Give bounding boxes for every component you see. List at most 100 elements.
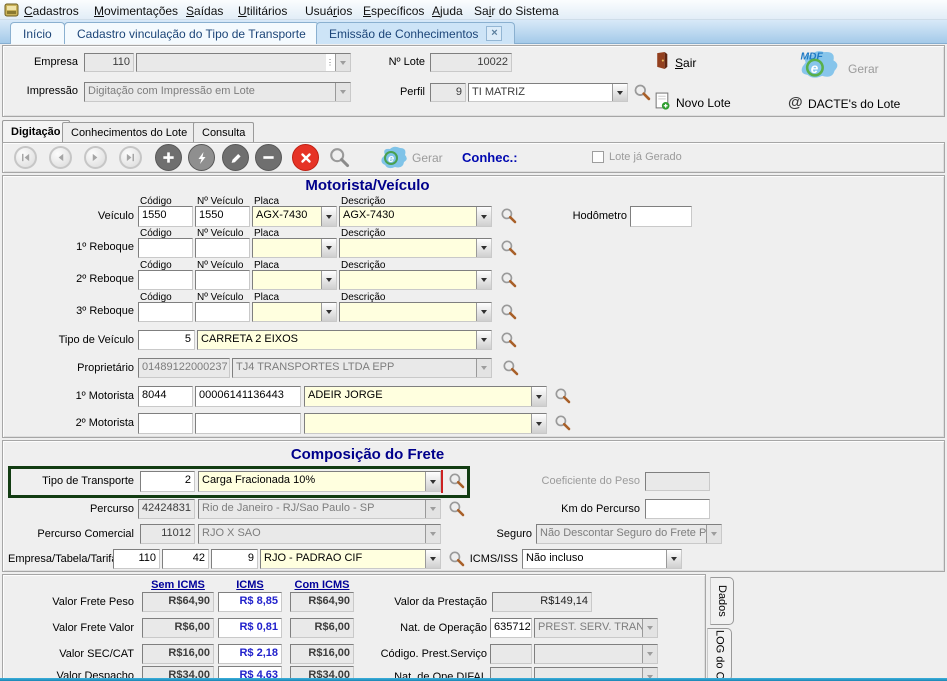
search-icon[interactable] — [500, 331, 518, 349]
search-icon[interactable] — [500, 207, 518, 225]
search-icon[interactable] — [554, 414, 572, 432]
search-icon[interactable] — [500, 239, 518, 257]
veiculo-nveiculo-field[interactable]: 1550 — [195, 206, 250, 227]
search-icon[interactable] — [448, 472, 466, 490]
frete-valor-com-icms-field[interactable]: R$6,00 — [290, 618, 354, 638]
side-tab-dados[interactable]: Dados — [710, 577, 734, 625]
reboque2-descricao-combo[interactable] — [339, 270, 492, 290]
tarifa-desc-combo[interactable]: RJO - PADRAO CIF — [260, 549, 441, 569]
km-percurso-field[interactable] — [645, 499, 710, 519]
search-icon[interactable] — [448, 500, 466, 518]
search-icon[interactable] — [633, 83, 652, 102]
close-tab-icon[interactable]: × — [486, 26, 502, 41]
impressao-combo[interactable]: Digitação com Impressão em Lote — [84, 82, 351, 102]
novo-lote-button[interactable]: Novo Lote — [676, 96, 731, 110]
search-icon[interactable] — [328, 146, 351, 169]
proprietario-code-field[interactable]: 01489122000237 — [138, 358, 230, 378]
gerar-cte-icon[interactable]: e — [378, 144, 408, 171]
subtab-digitacao[interactable]: Digitação — [2, 120, 70, 142]
lote-ja-gerado-checkbox[interactable] — [592, 151, 604, 163]
sair-button[interactable]: Sair — [675, 56, 696, 70]
edit-pencil-icon[interactable] — [222, 144, 249, 171]
search-icon[interactable] — [502, 359, 520, 377]
perfil-code-field[interactable]: 9 — [430, 83, 466, 102]
menu-utilitarios[interactable]: Utilitários — [238, 2, 287, 20]
add-record-icon[interactable] — [155, 144, 182, 171]
search-icon[interactable] — [500, 303, 518, 321]
reboque3-placa-combo[interactable] — [252, 302, 337, 322]
cancel-icon[interactable] — [292, 144, 319, 171]
frete-valor-sem-icms-field[interactable]: R$6,00 — [142, 618, 214, 638]
tarifa-tarifa-field[interactable]: 9 — [211, 549, 258, 569]
reboque3-codigo-field[interactable] — [138, 302, 193, 322]
valor-prestacao-field[interactable]: R$149,14 — [492, 592, 592, 612]
side-tab-log[interactable]: LOG do C — [707, 628, 732, 681]
motorista2-doc-field[interactable] — [195, 413, 301, 434]
icms-iss-combo[interactable]: Não incluso — [522, 549, 682, 569]
tipo-transporte-code-field[interactable]: 2 — [140, 471, 195, 492]
search-icon[interactable] — [448, 550, 466, 568]
sec-cat-com-icms-field[interactable]: R$16,00 — [290, 644, 354, 664]
menu-especificos[interactable]: Específicos — [363, 2, 424, 20]
hodometro-field[interactable] — [630, 206, 692, 227]
reboque2-nveiculo-field[interactable] — [195, 270, 250, 290]
lightning-icon[interactable] — [188, 144, 215, 171]
menu-ajuda[interactable]: Ajuda — [432, 2, 463, 20]
menu-sair-do-sistema[interactable]: Sair do Sistema — [474, 2, 559, 20]
empresa-code-field[interactable]: 110 — [84, 53, 134, 72]
tipo-veiculo-combo[interactable]: CARRETA 2 EIXOS — [197, 330, 492, 350]
motorista2-code-field[interactable] — [138, 413, 193, 434]
menu-usuarios[interactable]: Usuários — [305, 2, 352, 20]
mdfe-gerar-button[interactable]: Gerar — [848, 62, 879, 76]
reboque2-placa-combo[interactable] — [252, 270, 337, 290]
reboque1-codigo-field[interactable] — [138, 238, 193, 258]
frete-peso-icms-field[interactable]: R$ 8,85 — [218, 592, 282, 612]
percurso-comercial-combo[interactable]: RJO X SAO — [198, 524, 441, 544]
perfil-combo[interactable]: TI MATRIZ — [468, 83, 628, 102]
empresa-desc-combo[interactable]: ⋮ — [136, 53, 351, 72]
reboque1-nveiculo-field[interactable] — [195, 238, 250, 258]
frete-valor-icms-field[interactable]: R$ 0,81 — [218, 618, 282, 638]
mdfe-logo-icon[interactable]: MDFe — [795, 48, 841, 81]
sec-cat-sem-icms-field[interactable]: R$16,00 — [142, 644, 214, 664]
percurso-code-field[interactable]: 42424831 — [138, 499, 195, 519]
motorista1-doc-field[interactable]: 00006141136443 — [195, 386, 301, 407]
tab-inicio[interactable]: Início — [10, 22, 65, 44]
search-icon[interactable] — [554, 387, 572, 405]
menu-movimentacoes[interactable]: Movimentações — [94, 2, 178, 20]
last-record-icon[interactable] — [119, 146, 142, 169]
reboque2-codigo-field[interactable] — [138, 270, 193, 290]
percurso-combo[interactable]: Rio de Janeiro - RJ/Sao Paulo - SP — [198, 499, 441, 519]
tab-emissao-de-conhecimentos[interactable]: Emissão de Conhecimentos× — [316, 22, 515, 44]
nat-operacao-combo[interactable]: PREST. SERV. TRANS — [534, 618, 658, 638]
subtab-consulta[interactable]: Consulta — [193, 122, 254, 142]
prev-record-icon[interactable] — [49, 146, 72, 169]
search-icon[interactable] — [500, 271, 518, 289]
codigo-prest-combo[interactable] — [534, 644, 658, 664]
dacte-do-lote-button[interactable]: DACTE's do Lote — [808, 97, 900, 111]
remove-record-icon[interactable] — [255, 144, 282, 171]
n-lote-field[interactable]: 10022 — [430, 53, 512, 72]
menu-saidas[interactable]: Saídas — [186, 2, 223, 20]
proprietario-combo[interactable]: TJ4 TRANSPORTES LTDA EPP — [232, 358, 492, 378]
tarifa-empresa-field[interactable]: 110 — [113, 549, 160, 569]
tab-cadastro-vinculacao-tipo-transporte[interactable]: Cadastro vinculação do Tipo de Transport… — [64, 22, 319, 44]
sec-cat-icms-field[interactable]: R$ 2,18 — [218, 644, 282, 664]
veiculo-descricao-combo[interactable]: AGX-7430 — [339, 206, 492, 227]
motorista2-nome-combo[interactable] — [304, 413, 547, 434]
subtab-conhecimentos-do-lote[interactable]: Conhecimentos do Lote — [62, 122, 196, 142]
reboque3-descricao-combo[interactable] — [339, 302, 492, 322]
tarifa-tabela-field[interactable]: 42 — [162, 549, 209, 569]
coeficiente-peso-field[interactable] — [645, 472, 710, 491]
first-record-icon[interactable] — [14, 146, 37, 169]
codigo-prest-code-field[interactable] — [490, 644, 532, 664]
tipo-transporte-combo[interactable]: Carga Fracionada 10% — [198, 471, 441, 492]
motorista1-code-field[interactable]: 8044 — [138, 386, 193, 407]
frete-peso-com-icms-field[interactable]: R$64,90 — [290, 592, 354, 612]
percurso-comercial-code-field[interactable]: 11012 — [140, 524, 195, 544]
veiculo-placa-combo[interactable]: AGX-7430 — [252, 206, 337, 227]
motorista1-nome-combo[interactable]: ADEIR JORGE — [304, 386, 547, 407]
nat-operacao-code-field[interactable]: 635712 — [490, 618, 532, 638]
reboque3-nveiculo-field[interactable] — [195, 302, 250, 322]
reboque1-placa-combo[interactable] — [252, 238, 337, 258]
